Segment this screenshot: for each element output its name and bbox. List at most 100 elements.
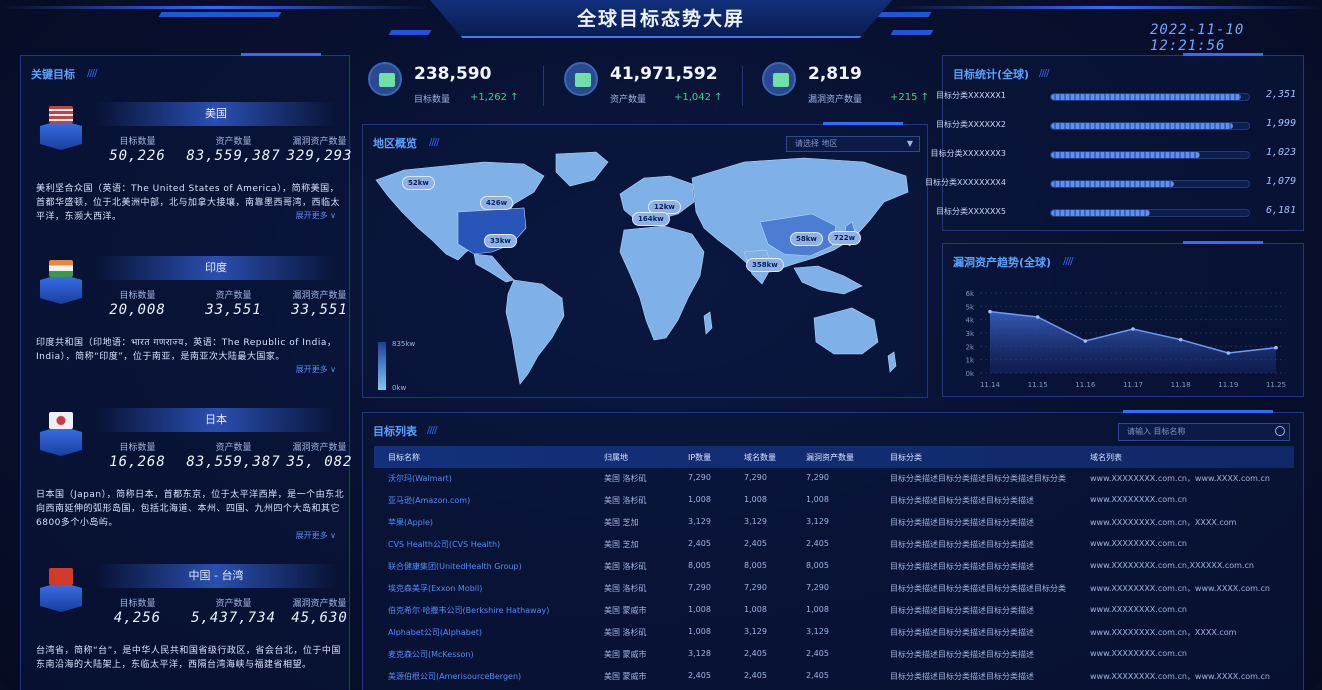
y-tick-label: 3k bbox=[965, 330, 974, 338]
target-name-link[interactable]: 沃尔玛(Walmart) bbox=[388, 473, 452, 484]
trend-point[interactable] bbox=[1178, 337, 1183, 342]
table-cell: www.XXXXXXXX.com.cn，www.XXXX.com.cn bbox=[1090, 672, 1270, 681]
column-header[interactable]: 目标名称 bbox=[388, 452, 420, 463]
title-slashes: //// bbox=[429, 137, 440, 148]
table-row[interactable]: 麦克森公司(McKesson) 美国 蒙威市 3,128 2,405 2,405 目标分类… bbox=[374, 644, 1294, 666]
stat-bar-track bbox=[1050, 180, 1250, 188]
stat-bar-row[interactable]: 目标分类XXXXXXX3 1,023 bbox=[931, 147, 1298, 163]
table-cell: 3,129 bbox=[806, 517, 829, 526]
table-cell: 7,290 bbox=[806, 583, 829, 592]
datetime: 2022-11-10 12:21:56 bbox=[1150, 22, 1245, 54]
target-name-link[interactable]: Alphabet公司(Alphabet) bbox=[388, 627, 482, 638]
key-targets-title: 关键目标 bbox=[31, 68, 75, 81]
trend-point[interactable] bbox=[1131, 327, 1135, 331]
map-pin[interactable]: 58kw bbox=[790, 232, 823, 246]
stat-bar-fill bbox=[1051, 210, 1150, 216]
search-placeholder: 请输入 目标名称 bbox=[1127, 427, 1186, 436]
us-flag-icon bbox=[49, 106, 73, 123]
target-description: 印度共和国（印地语：भारत गणराज्य，英语：The Republic o… bbox=[36, 338, 337, 362]
kpi-label: 漏洞资产数量 bbox=[808, 95, 863, 105]
table-row[interactable]: 埃克森美孚(Exxon Mobil) 美国 洛杉矶 7,290 7,290 7,290 目… bbox=[374, 578, 1294, 600]
target-card-us[interactable]: 美国 目标数量 50,226 资产数量 83,559,387 漏洞资产数量 329,2… bbox=[26, 98, 352, 246]
expand-more-link[interactable]: 展开更多 ∨ bbox=[296, 210, 336, 221]
table-cell: 美国 芝加 bbox=[604, 518, 639, 527]
flag-emblem bbox=[40, 106, 82, 150]
target-card-taiwan[interactable]: 中国 - 台湾 目标数量 4,256 资产数量 5,437,734 漏洞资产数量 45… bbox=[26, 560, 347, 690]
trend-point[interactable] bbox=[1274, 345, 1278, 350]
target-name-link[interactable]: 伯克希尔·哈撒韦公司(Berkshire Hathaway) bbox=[388, 605, 549, 616]
map-legend-bar bbox=[378, 342, 386, 390]
y-tick-label: 6k bbox=[965, 290, 974, 298]
kpi-target-count: 238,590 目标数量 +1,262 ↑ bbox=[368, 62, 538, 108]
panel-accent bbox=[1123, 410, 1273, 413]
column-header[interactable]: 目标分类 bbox=[890, 452, 922, 463]
map-pin[interactable]: 722w bbox=[828, 231, 862, 245]
target-name-link[interactable]: 联合健康集团(UnitedHealth Group) bbox=[388, 561, 522, 572]
column-header[interactable]: 归属地 bbox=[604, 452, 628, 463]
target-card-india[interactable]: 印度 目标数量 20,008 资产数量 33,551 漏洞资产数量 33,551 印度… bbox=[26, 252, 347, 402]
x-tick-label: 11.19 bbox=[1218, 381, 1238, 389]
kpi-divider bbox=[543, 66, 544, 106]
target-description: 日本国（Japan），简称日本，首都东京，位于太平洋西岸，是一个由东北向西南延伸… bbox=[36, 490, 345, 528]
expand-more-link[interactable]: 展开更多 ∨ bbox=[296, 364, 336, 375]
kpi-delta: +1,042 ↑ bbox=[674, 92, 723, 103]
column-header[interactable]: 域名数量 bbox=[744, 452, 776, 463]
column-header[interactable]: 漏洞资产数量 bbox=[806, 452, 854, 463]
trend-point[interactable] bbox=[988, 309, 992, 314]
table-row[interactable]: 沃尔玛(Walmart) 美国 洛杉矶 7,290 7,290 7,290 目标分类描述目… bbox=[374, 468, 1294, 490]
trend-point[interactable] bbox=[1083, 339, 1088, 343]
stat-bar-row[interactable]: 目标分类XXXXXX5 6,181 bbox=[936, 205, 1298, 221]
search-icon[interactable] bbox=[1275, 426, 1285, 436]
map-legend-max: 835kw bbox=[392, 340, 416, 348]
table-row[interactable]: 美源伯根公司(AmerisourceBergen) 美国 蒙威市 2,405 2,40… bbox=[374, 666, 1294, 688]
stat-bar-value: 1,079 bbox=[1266, 176, 1297, 187]
stat-bar-fill bbox=[1051, 181, 1174, 187]
trend-point[interactable] bbox=[1035, 315, 1040, 319]
table-row[interactable]: CVS Health公司(CVS Health) 美国 芝加 2,405 2,405 2… bbox=[374, 534, 1294, 556]
stat-bar-row[interactable]: 目标分类XXXXXXXX4 1,079 bbox=[925, 176, 1298, 192]
table-row[interactable]: 联合健康集团(UnitedHealth Group) 美国 洛杉矶 8,005 8,0… bbox=[374, 556, 1294, 578]
target-search-input[interactable]: 请输入 目标名称 bbox=[1118, 423, 1290, 441]
target-name-link[interactable]: 亚马逊(Amazon.com) bbox=[388, 495, 470, 506]
x-tick-label: 11.14 bbox=[980, 381, 1001, 389]
map-pin[interactable]: 164kw bbox=[632, 212, 670, 226]
target-name: 印度 bbox=[96, 256, 336, 280]
stat-bar-row[interactable]: 目标分类XXXXXX1 2,351 bbox=[936, 89, 1298, 105]
stat-value: 16,268 bbox=[109, 454, 166, 470]
kpi-vuln-count: 2,819 漏洞资产数量 +215 ↑ bbox=[762, 62, 932, 108]
map-pin[interactable]: 33kw bbox=[484, 234, 517, 248]
map-pin[interactable]: 358kw bbox=[746, 258, 784, 272]
target-name-link[interactable]: 苹果(Apple) bbox=[388, 517, 433, 528]
stat-label: 资产数量 bbox=[215, 137, 252, 147]
column-header[interactable]: 域名列表 bbox=[1090, 452, 1122, 463]
expand-more-link[interactable]: 展开更多 ∨ bbox=[296, 530, 336, 541]
table-row[interactable]: 亚马逊(Amazon.com) 美国 洛杉矶 1,008 1,008 1,008 目标分类… bbox=[374, 490, 1294, 512]
y-tick-label: 2k bbox=[965, 343, 974, 351]
stat-bar-row[interactable]: 目标分类XXXXXX2 1,999 bbox=[936, 118, 1298, 134]
target-name-link[interactable]: 麦克森公司(McKesson) bbox=[388, 649, 474, 660]
map-pin[interactable]: 52kw bbox=[402, 176, 435, 190]
table-cell: 目标分类描述目标分类描述目标分类描述目标分类 bbox=[890, 584, 1066, 593]
table-row[interactable]: 伯克希尔·哈撒韦公司(Berkshire Hathaway) 美国 蒙威市 1,00… bbox=[374, 600, 1294, 622]
table-cell: 3,129 bbox=[744, 517, 767, 526]
target-name-link[interactable]: 美源伯根公司(AmerisourceBergen) bbox=[388, 671, 521, 682]
table-row[interactable]: Alphabet公司(Alphabet) 美国 洛杉矶 1,008 3,129 3,12… bbox=[374, 622, 1294, 644]
world-map[interactable] bbox=[374, 148, 914, 396]
panel-accent bbox=[1183, 53, 1263, 56]
trend-point[interactable] bbox=[1226, 351, 1231, 355]
dashboard-screen: 全球目标态势大屏 2022-11-10 12:21:56 关键目标 //// 美… bbox=[0, 0, 1322, 690]
vuln-trend-title: 漏洞资产趋势(全球) bbox=[953, 256, 1052, 269]
flag-cube bbox=[40, 426, 82, 456]
table-cell: 美国 芝加 bbox=[604, 540, 639, 549]
china-flag-icon bbox=[49, 568, 73, 585]
map-pin[interactable]: 426w bbox=[480, 196, 514, 210]
column-header[interactable]: IP数量 bbox=[688, 452, 711, 463]
target-card-japan[interactable]: 日本 目标数量 16,268 资产数量 83,559,387 漏洞资产数量 35, 0… bbox=[26, 404, 352, 554]
panel-accent bbox=[1183, 241, 1263, 244]
target-name-link[interactable]: CVS Health公司(CVS Health) bbox=[388, 539, 500, 550]
table-row[interactable]: 苹果(Apple) 美国 芝加 3,129 3,129 3,129 目标分类描述目标分类描… bbox=[374, 512, 1294, 534]
x-tick-label: 11.25 bbox=[1266, 381, 1286, 389]
table-cell: www.XXXXXXXX.com.cn bbox=[1090, 605, 1187, 614]
target-name-link[interactable]: 埃克森美孚(Exxon Mobil) bbox=[388, 583, 482, 594]
target-icon bbox=[368, 62, 402, 96]
